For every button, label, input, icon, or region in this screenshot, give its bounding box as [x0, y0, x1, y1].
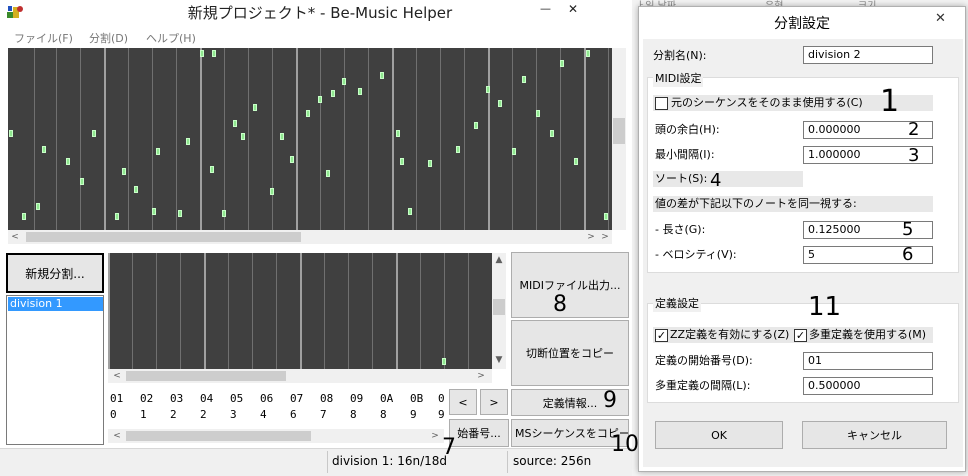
cancel-button[interactable]: キャンセル — [802, 421, 947, 449]
table-cell: 0B — [410, 392, 424, 405]
status-division-info: division 1: 16n/18d — [332, 454, 448, 468]
window-title: 新規プロジェクト* - Be-Music Helper — [187, 4, 453, 22]
multi-def-label: 多重定義を使用する(M) — [809, 328, 927, 341]
length-label: - 長さ(G): — [655, 223, 706, 236]
annotation-7: 7 — [442, 435, 456, 460]
same-note-label: 値の差が下記以下のノートを同一視する: — [655, 197, 857, 210]
table-cell: 4 — [260, 408, 267, 421]
def-start-label: 定義の開始番号(D): — [655, 354, 753, 367]
annotation-4: 4 — [710, 170, 722, 191]
table-cell: 2 — [170, 408, 177, 421]
piano-roll-hscroll[interactable]: < > > — [8, 230, 612, 244]
annotation-3: 3 — [908, 145, 920, 166]
min-interval-label: 最小間隔(I): — [655, 148, 715, 161]
def-start-field[interactable]: 01 — [803, 352, 933, 370]
piano-roll[interactable] — [8, 48, 612, 230]
use-original-label: 元のシーケンスをそのまま使用する(C) — [671, 96, 863, 109]
piano-roll-vscroll[interactable] — [612, 48, 626, 230]
length-field[interactable]: 0.125000 — [803, 221, 933, 239]
def-group-title: 定義設定 — [653, 296, 701, 312]
annotation-11: 11 — [808, 292, 842, 322]
table-cell: 0 — [110, 408, 117, 421]
midi-export-button[interactable]: MIDIファイル出力... — [511, 252, 629, 318]
status-source-info: source: 256n — [513, 454, 592, 468]
definition-table-hscroll[interactable]: < > — [108, 429, 444, 443]
table-cell: 0A — [380, 392, 394, 405]
table-cell: 3 — [230, 408, 237, 421]
close-button[interactable]: ✕ — [568, 2, 584, 16]
annotation-6: 6 — [902, 244, 914, 265]
name-label: 分割名(N): — [653, 49, 707, 62]
table-cell: 01 — [110, 392, 124, 405]
table-cell: 04 — [200, 392, 214, 405]
status-bar: division 1: 16n/18d source: 256n — [0, 448, 632, 476]
prev-button[interactable]: < — [449, 389, 477, 415]
table-cell: 1 — [140, 408, 147, 421]
new-split-button[interactable]: 新規分割... — [6, 253, 104, 293]
menu-file[interactable]: ファイル(F) — [14, 30, 73, 46]
annotation-8: 8 — [553, 292, 567, 317]
midi-group-title: MIDI設定 — [653, 71, 704, 87]
head-margin-label: 頭の余白(H): — [655, 123, 720, 136]
next-button[interactable]: > — [480, 389, 508, 415]
table-cell: 0 — [438, 392, 445, 405]
table-cell: 9 — [438, 408, 445, 421]
division-settings-dialog: 分割設定 ✕ 分割名(N): division 2 MIDI設定 元のシーケンス… — [638, 6, 966, 472]
list-item[interactable]: division 1 — [8, 297, 103, 311]
table-cell: 09 — [350, 392, 364, 405]
menu-help[interactable]: ヘルプ(H) — [146, 30, 196, 46]
table-cell: 6 — [290, 408, 297, 421]
velocity-label: - ベロシティ(V): — [655, 248, 737, 261]
velocity-field[interactable]: 5 — [803, 246, 933, 264]
division-list[interactable]: division 1 — [6, 295, 104, 445]
preview-roll-hscroll[interactable]: < > — [108, 369, 492, 383]
annotation-5: 5 — [902, 219, 914, 240]
minimize-button[interactable]: — — [540, 2, 556, 15]
table-cell: 2 — [200, 408, 207, 421]
multi-interval-label: 多重定義の間隔(L): — [655, 379, 751, 392]
table-cell: 9 — [410, 408, 417, 421]
ok-button[interactable]: OK — [655, 421, 783, 449]
dialog-title: 分割設定 — [774, 16, 830, 32]
table-cell: 08 — [320, 392, 334, 405]
table-cell: 8 — [380, 408, 387, 421]
sort-label: ソート(S): — [655, 172, 708, 185]
annotation-10: 10 — [611, 432, 639, 457]
table-cell: 06 — [260, 392, 274, 405]
copy-cut-positions-button[interactable]: 切断位置をコピー — [511, 320, 629, 386]
dialog-body: 分割名(N): division 2 MIDI設定 元のシーケンスをそのまま使用… — [643, 39, 963, 467]
definition-table: 01 02 03 04 05 06 07 08 09 0A 0B 0 0 1 2… — [108, 388, 445, 426]
preview-roll[interactable] — [108, 253, 492, 369]
table-cell: 05 — [230, 392, 244, 405]
menu-bar: ファイル(F) 分割(D) ヘルプ(H) — [0, 28, 632, 46]
table-cell: 02 — [140, 392, 154, 405]
multi-interval-field[interactable]: 0.500000 — [803, 377, 933, 395]
menu-division[interactable]: 分割(D) — [89, 30, 128, 46]
preview-roll-vscroll[interactable]: ▲ ▼ — [492, 253, 506, 369]
multi-def-checkbox[interactable]: ✓ — [794, 329, 807, 342]
annotation-9: 9 — [603, 388, 617, 413]
name-field[interactable]: division 2 — [803, 46, 933, 64]
table-cell: 03 — [170, 392, 184, 405]
zz-def-checkbox[interactable]: ✓ — [655, 329, 668, 342]
table-cell: 8 — [350, 408, 357, 421]
dialog-close-button[interactable]: ✕ — [935, 11, 953, 26]
table-cell: 7 — [320, 408, 327, 421]
use-original-checkbox[interactable] — [655, 97, 668, 110]
annotation-2: 2 — [908, 119, 920, 140]
zz-def-label: ZZ定義を有効にする(Z) — [670, 328, 790, 341]
start-number-button[interactable]: 始番号... — [449, 419, 509, 447]
app-icon — [6, 4, 24, 20]
main-window: 新規プロジェクト* - Be-Music Helper — ✕ ファイル(F) … — [0, 0, 632, 476]
annotation-1: 1 — [880, 84, 900, 119]
table-cell: 07 — [290, 392, 304, 405]
